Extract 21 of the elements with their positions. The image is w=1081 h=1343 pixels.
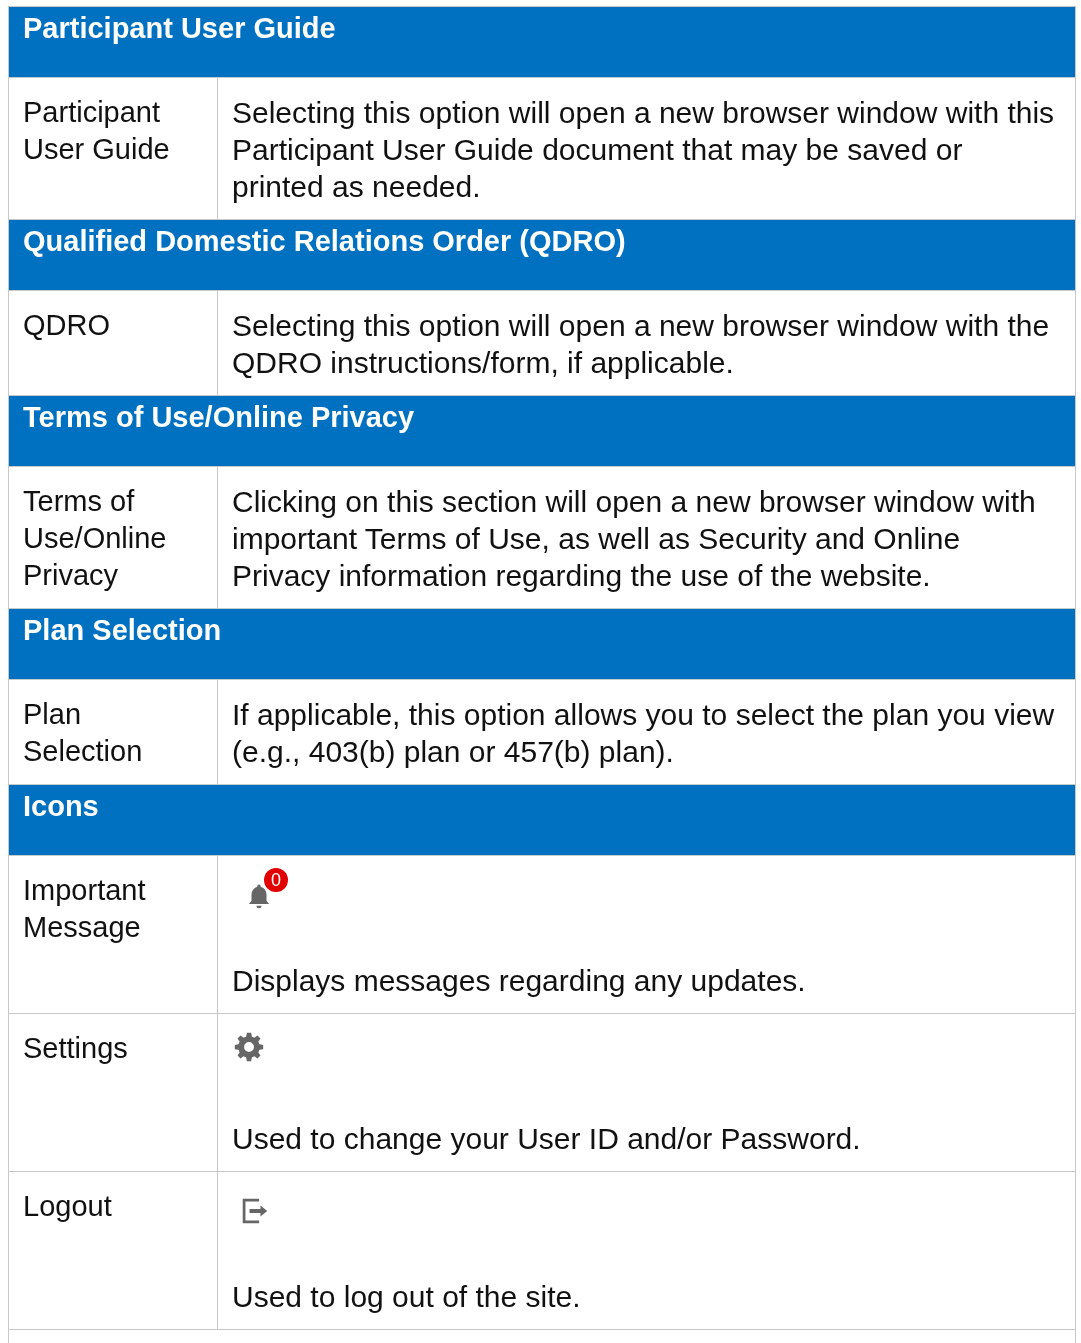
- row-label: Terms of Use/Online Privacy: [9, 467, 218, 608]
- section-header: Plan Selection: [9, 609, 1075, 680]
- section-header: Qualified Domestic Relations Order (QDRO): [9, 220, 1075, 291]
- row-label: Logout: [9, 1172, 218, 1329]
- row-label: Participant User Guide: [9, 78, 218, 219]
- row-label: Plan Selection: [9, 680, 218, 784]
- row-label: Settings: [9, 1014, 218, 1171]
- row-label: Important Message: [9, 856, 218, 1013]
- row-description: Displays messages regarding any updates.: [232, 963, 807, 999]
- row-description: Used to change your User ID and/or Password.: [232, 1121, 862, 1157]
- row-description: If applicable, this option allows you to select the plan you view (e.g., 403(b) plan or 457(b) plan).: [232, 697, 1056, 770]
- row-description: Selecting this option will open a new browser window with this Participant User Guide document that may be saved or printed as needed.: [232, 95, 1056, 205]
- row-description: Selecting this option will open a new browser window with the QDRO instructions/form, if applicable.: [232, 308, 1051, 381]
- section-header: Participant User Guide: [9, 7, 1075, 78]
- section-header: Icons: [9, 785, 1075, 856]
- section-header: Terms of Use/Online Privacy: [9, 396, 1075, 467]
- row-description: Used to log out of the site.: [232, 1279, 582, 1315]
- row-label: QDRO: [9, 291, 218, 395]
- settings-icon[interactable]: [232, 1030, 266, 1064]
- row-description: Clicking on this section will open a new browser window with important Terms of Use, as well as Security and Online Privacy information regarding the use of the website.: [232, 484, 1037, 594]
- notification-badge: 0: [264, 868, 288, 892]
